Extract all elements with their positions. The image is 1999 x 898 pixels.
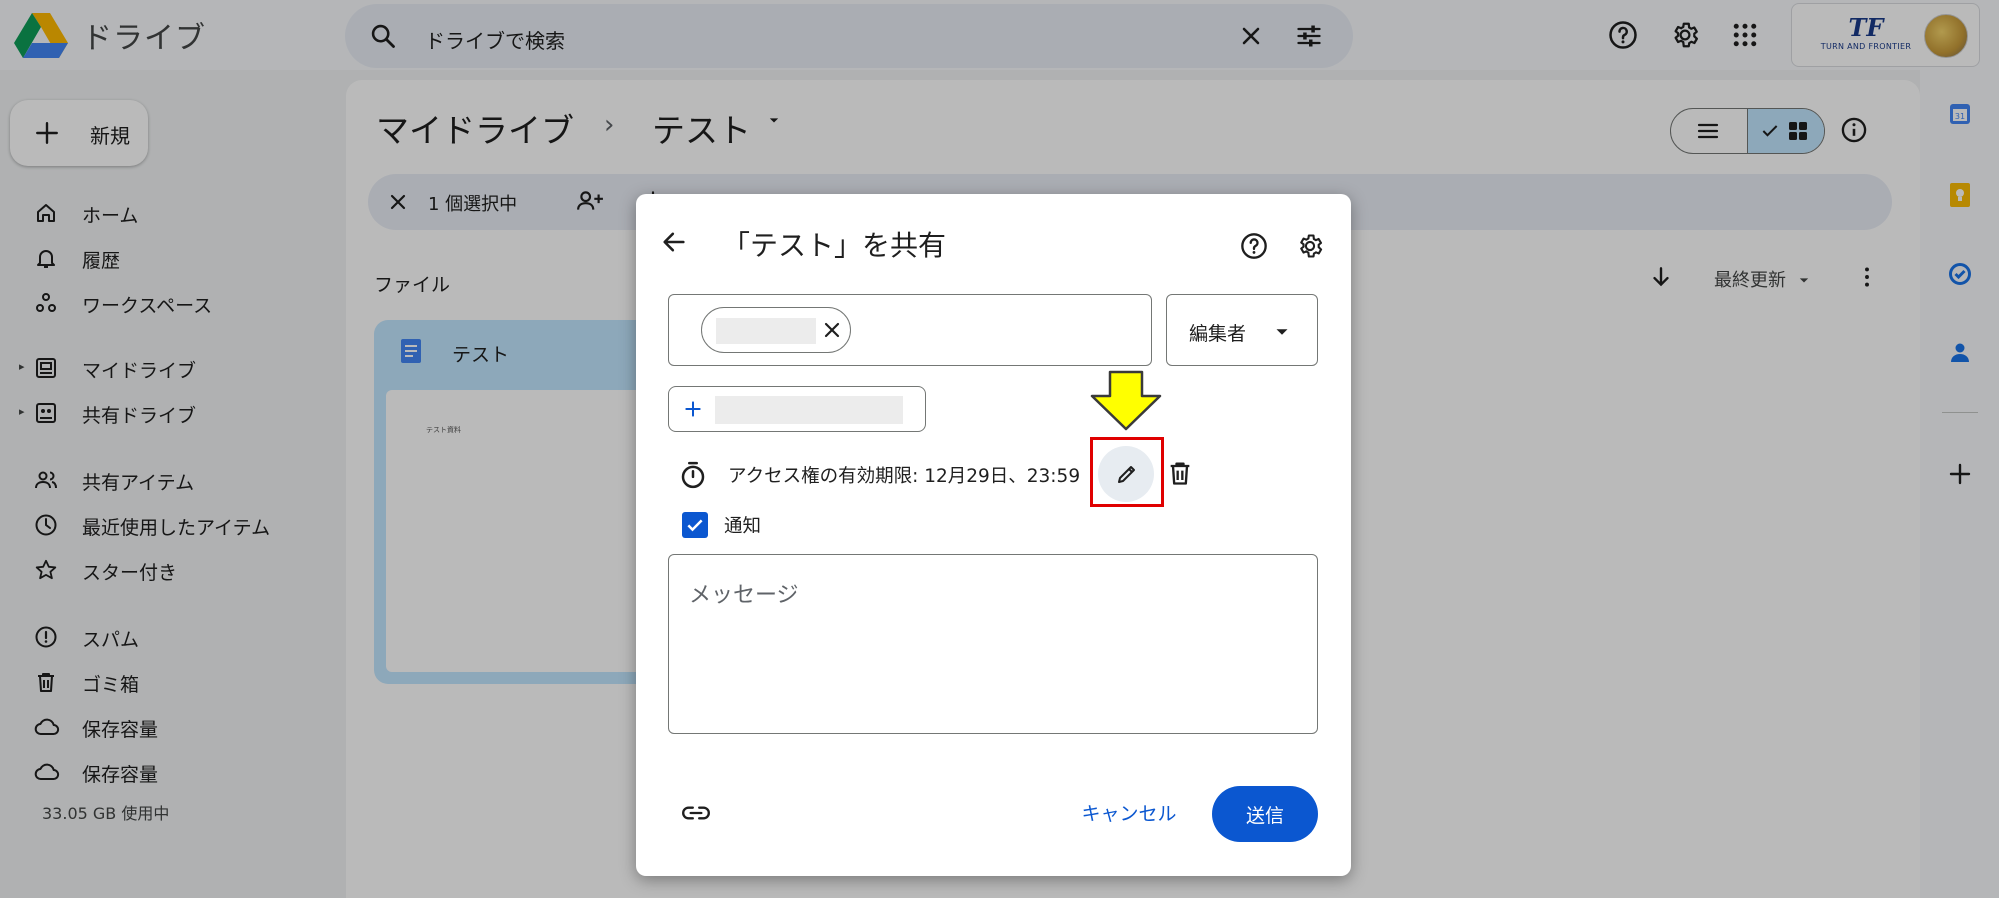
help-icon[interactable] — [1240, 232, 1268, 260]
timer-icon — [678, 460, 708, 490]
redacted-recipient — [716, 318, 816, 344]
settings-gear-icon[interactable] — [1296, 232, 1324, 260]
access-expiry-text: アクセス権の有効期限: 12月29日、23:59 — [728, 466, 1081, 487]
caret-down-icon — [1271, 321, 1293, 343]
redacted-suggestion — [715, 396, 903, 424]
add-recipient-button[interactable] — [668, 386, 926, 432]
recipient-chip[interactable] — [701, 307, 851, 353]
remove-recipient-icon[interactable] — [820, 318, 844, 342]
role-value: 編集者 — [1189, 323, 1247, 345]
link-icon[interactable] — [680, 800, 712, 826]
dialog-title: 「テスト」を共有 — [722, 229, 947, 262]
notify-checkbox[interactable] — [682, 512, 708, 538]
cancel-button[interactable]: キャンセル — [1054, 784, 1204, 840]
notify-label: 通知 — [724, 516, 762, 537]
role-select[interactable]: 編集者 — [1166, 294, 1318, 366]
back-arrow-icon[interactable] — [660, 228, 688, 256]
check-icon — [685, 515, 705, 535]
delete-expiry-trash-icon[interactable] — [1166, 458, 1194, 488]
annotation-highlight-box — [1090, 437, 1164, 507]
annotation-arrow-icon — [1088, 370, 1164, 432]
recipients-input[interactable] — [668, 294, 1152, 366]
plus-icon — [683, 399, 703, 419]
share-dialog: 「テスト」を共有 編集者 アクセス権の有効期限: 12月29日、23:59 通知… — [636, 194, 1351, 876]
message-input[interactable] — [668, 554, 1318, 734]
send-button[interactable]: 送信 — [1212, 786, 1318, 842]
